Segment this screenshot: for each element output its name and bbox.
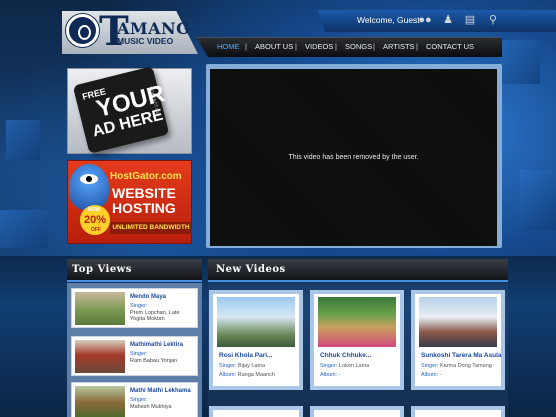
welcome-text: Welcome, Guest [357, 15, 420, 25]
logo-emblem-icon [66, 14, 99, 47]
album-label: Album: [219, 372, 237, 378]
new-video-title[interactable]: Chhuk Chhuke... [320, 352, 371, 359]
new-video-singer-row: Singer: Karma Dong Tamang [421, 363, 492, 369]
nav-separator: | [245, 42, 247, 51]
top-views-item-title[interactable]: Mathimathi Lektira [130, 342, 183, 348]
top-views-singer: Prem Lopchan, Late Yogita Moktan [130, 310, 180, 322]
nav-artists[interactable]: ARTISTS [383, 42, 415, 51]
users-icon[interactable]: ●● [418, 13, 432, 27]
decorative-cube [520, 170, 556, 230]
new-video-album-row: Album: - [421, 372, 442, 378]
ad-bandwidth-band: UNLIMITED BANDWIDTH [110, 222, 192, 234]
new-video-album: - [439, 372, 442, 378]
nav-separator: | [335, 42, 337, 51]
top-views-thumbnail[interactable] [75, 292, 125, 325]
login-icon[interactable]: ♟ [441, 13, 455, 27]
new-video-card[interactable] [411, 406, 505, 417]
new-video-card[interactable] [310, 406, 404, 417]
singer-label: Singer: [421, 363, 439, 369]
decorative-cube [6, 120, 40, 160]
nav-songs[interactable]: SONGS [345, 42, 372, 51]
nav-about-us[interactable]: ABOUT US [255, 42, 293, 51]
new-video-thumbnail[interactable] [217, 297, 295, 347]
top-views-singer-label: Singer: [130, 397, 148, 403]
top-views-singer-label: Singer: [130, 303, 148, 309]
search-icon[interactable]: ⚲ [486, 13, 500, 27]
new-video-singer: Loken Lama [338, 363, 370, 369]
new-video-singer: Karma Dong Tamang [439, 363, 492, 369]
gator-mascot-icon [69, 164, 109, 210]
new-video-thumbnail[interactable] [419, 297, 497, 347]
new-video-album: - [338, 372, 341, 378]
new-video-album-row: Album: Ranga Maanch [219, 372, 275, 378]
logo-subtitle: MUSIC VIDEO [117, 36, 174, 46]
top-views-singer-label: Singer: [130, 351, 148, 357]
new-videos-title: New Videos [216, 264, 286, 275]
new-video-title[interactable]: Rosi Khola Pari... [219, 352, 272, 359]
new-video-singer-row: Singer: Loken Lama [320, 363, 369, 369]
nav-videos[interactable]: VIDEOS [305, 42, 333, 51]
video-removed-message: This video has been removed by the user. [288, 154, 419, 161]
new-video-singer-row: Singer: Bijay Lama [219, 363, 265, 369]
user-toolbar [318, 10, 556, 32]
nav-separator: | [373, 42, 375, 51]
new-video-card[interactable] [209, 406, 303, 417]
top-views-singer: Ram Babau Yonjan [130, 358, 178, 364]
ad-badge-now: NOW [88, 207, 101, 213]
album-label: Album: [320, 372, 338, 378]
top-views-item-title[interactable]: Mathi Mathi Lekhama [130, 388, 191, 394]
decorative-cube [500, 40, 540, 84]
ad-line-1: WEBSITE [112, 185, 176, 201]
ad-line-2: HOSTING [112, 200, 176, 216]
new-video-album: Ranga Maanch [237, 372, 275, 378]
top-views-title: Top Views [72, 264, 132, 275]
top-views-item-title[interactable]: Mendo Maya [130, 294, 166, 300]
singer-label: Singer: [219, 363, 237, 369]
ad-brand: HostGator.com [110, 171, 182, 182]
nav-contact-us[interactable]: CONTACT US [426, 42, 474, 51]
register-icon[interactable]: ▤ [463, 13, 477, 27]
nav-separator: | [295, 42, 297, 51]
top-views-thumbnail[interactable] [75, 386, 125, 417]
new-video-thumbnail[interactable] [318, 297, 396, 347]
nav-separator: | [416, 42, 418, 51]
new-video-title[interactable]: Sunkoshi Tarera Ma Asula [421, 352, 502, 359]
nav-home[interactable]: HOME [217, 42, 240, 51]
album-label: Album: [421, 372, 439, 378]
new-video-singer: Bijay Lama [237, 363, 266, 369]
top-views-singer: Mahesh Mukhiya [130, 404, 172, 410]
decorative-cube [0, 210, 48, 248]
ad-badge-off: OFF [91, 227, 101, 233]
top-views-thumbnail[interactable] [75, 340, 125, 373]
new-video-album-row: Album: - [320, 372, 341, 378]
singer-label: Singer: [320, 363, 338, 369]
